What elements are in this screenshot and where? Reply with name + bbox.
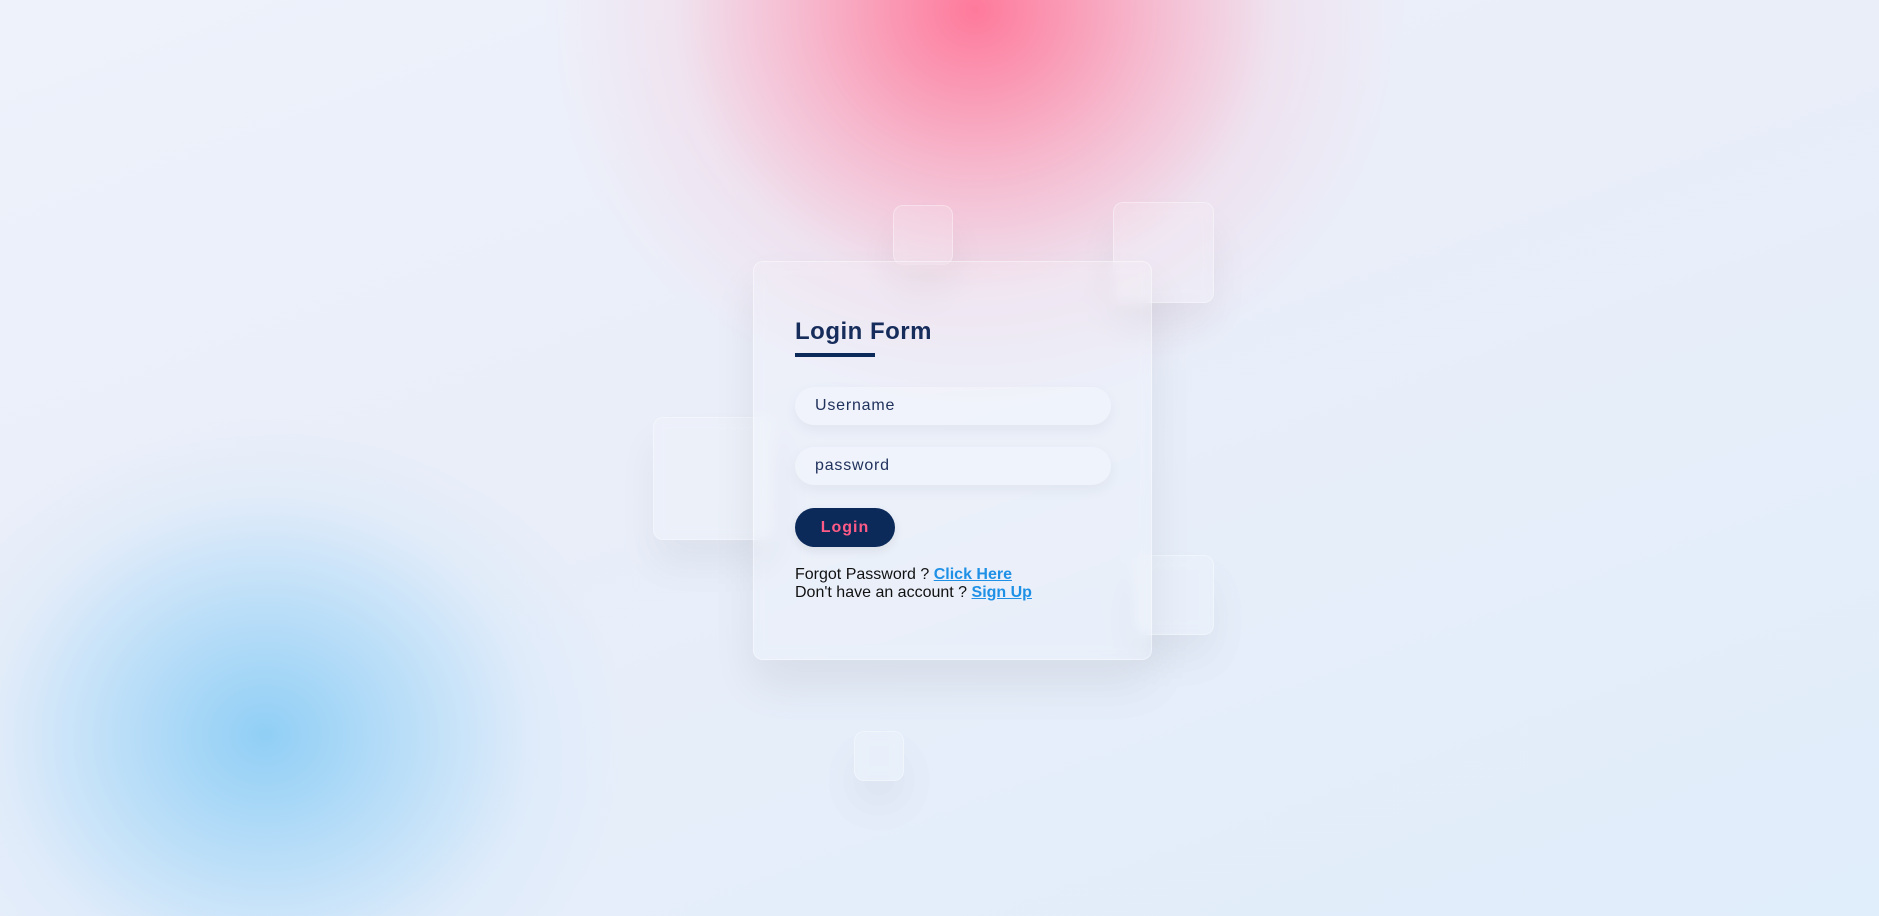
username-input[interactable] bbox=[795, 387, 1111, 425]
login-button[interactable]: Login bbox=[795, 508, 895, 547]
login-card: Login Form Login Forgot Password ? Click… bbox=[753, 261, 1152, 660]
decorative-square bbox=[893, 205, 953, 265]
password-input[interactable] bbox=[795, 447, 1111, 485]
forgot-password-row: Forgot Password ? Click Here bbox=[795, 566, 1032, 584]
form-title: Login Form bbox=[795, 318, 932, 345]
forgot-password-text: Forgot Password ? bbox=[795, 566, 934, 583]
account-links: Forgot Password ? Click Here Don't have … bbox=[795, 566, 1032, 602]
signup-link[interactable]: Sign Up bbox=[972, 584, 1032, 601]
signup-row: Don't have an account ? Sign Up bbox=[795, 584, 1032, 602]
title-underline bbox=[795, 353, 875, 357]
decorative-square bbox=[854, 731, 904, 781]
forgot-password-link[interactable]: Click Here bbox=[934, 566, 1012, 583]
signup-text: Don't have an account ? bbox=[795, 584, 972, 601]
